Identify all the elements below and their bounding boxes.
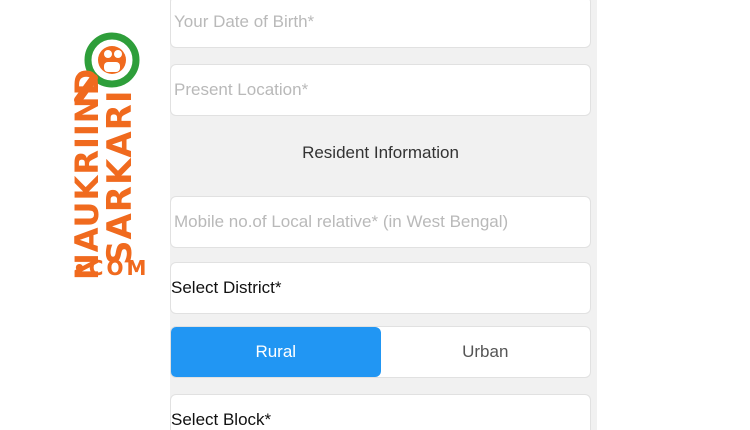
logo-text-naukriind: NAUKRIIND [68, 67, 106, 280]
area-type-toggle: Rural Urban [170, 326, 591, 378]
block-select-label: Select Block* [171, 410, 272, 429]
dob-input[interactable] [171, 12, 590, 32]
relative-mobile-field[interactable] [170, 196, 591, 248]
block-select[interactable]: Select Block* [170, 394, 591, 430]
relative-mobile-input[interactable] [171, 212, 590, 232]
urban-option[interactable]: Urban [381, 327, 591, 377]
registration-form: Resident Information Select District* Ru… [170, 0, 597, 430]
rural-option[interactable]: Rural [171, 327, 381, 377]
logo-text-com: •COM [73, 256, 150, 280]
logo-text-sarkari: SARKARI [100, 89, 140, 265]
present-location-input[interactable] [171, 80, 590, 100]
section-heading: Resident Information [302, 143, 459, 162]
present-location-field[interactable] [170, 64, 591, 116]
dob-field[interactable] [170, 0, 591, 48]
district-select[interactable]: Select District* [170, 262, 591, 314]
brand-logo: SARKARI NAUKRIIND •COM [60, 30, 160, 290]
district-select-label: Select District* [171, 278, 282, 297]
